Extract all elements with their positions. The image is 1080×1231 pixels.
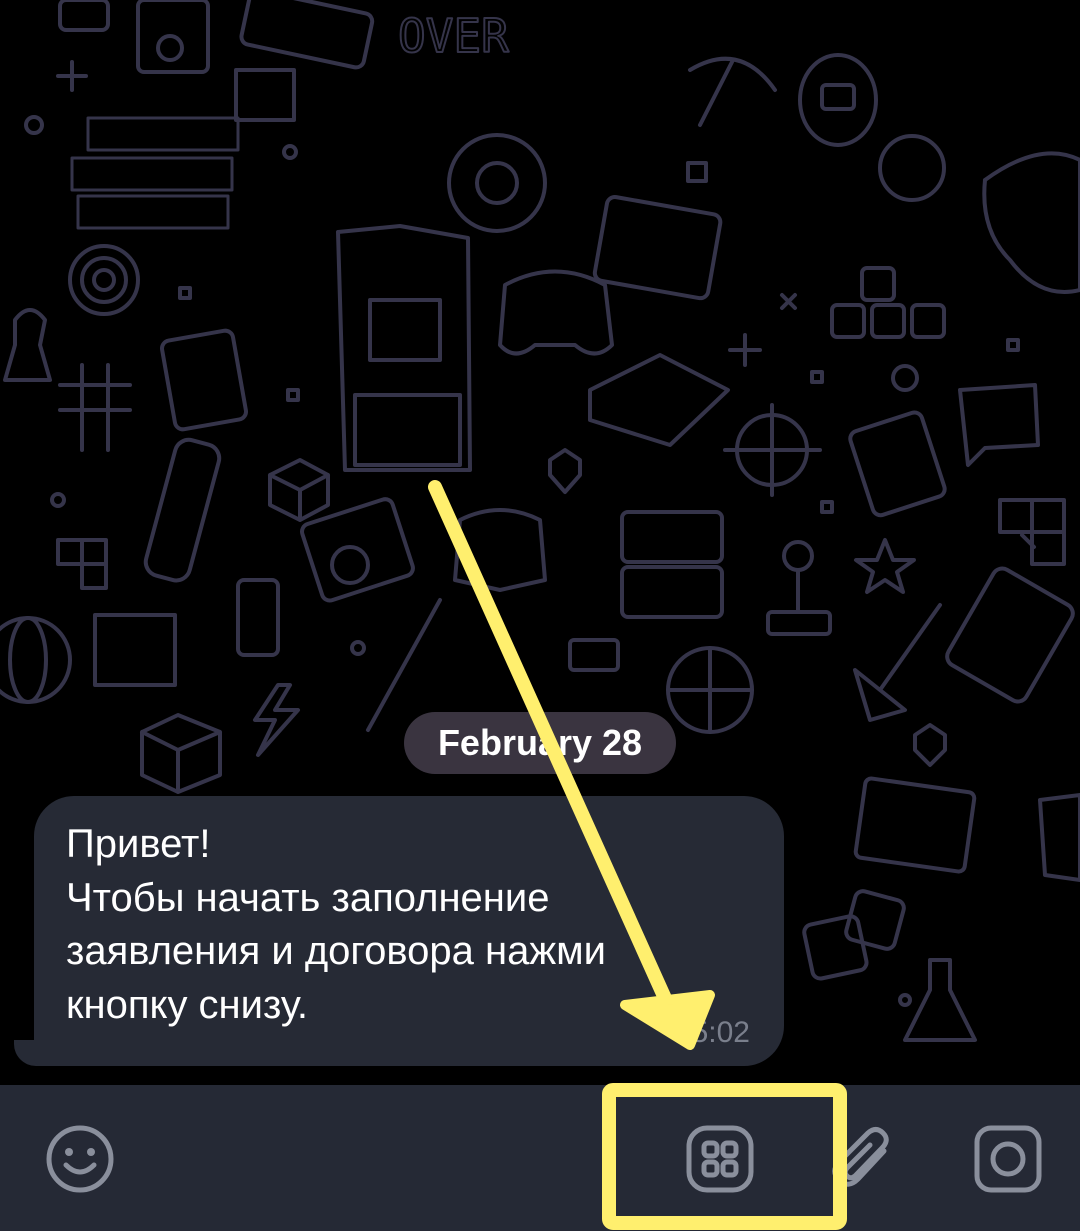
camera-button[interactable] — [968, 1119, 1048, 1199]
message-input-bar — [0, 1085, 1080, 1231]
date-separator-label: February 28 — [437, 722, 643, 763]
emoji-icon — [46, 1125, 114, 1193]
bot-menu-button[interactable] — [680, 1119, 760, 1199]
message-text: Привет! Чтобы начать заполнение заявлени… — [66, 822, 606, 1027]
camera-icon — [974, 1125, 1042, 1193]
attach-paperclip-icon — [832, 1127, 889, 1187]
message-time: 15:02 — [674, 1016, 750, 1049]
svg-text:OVER: OVER — [398, 9, 509, 63]
bot-menu-grid-icon — [686, 1125, 754, 1193]
date-separator: February 28 — [404, 712, 676, 774]
attach-button[interactable] — [822, 1119, 902, 1199]
emoji-button[interactable] — [40, 1119, 120, 1199]
